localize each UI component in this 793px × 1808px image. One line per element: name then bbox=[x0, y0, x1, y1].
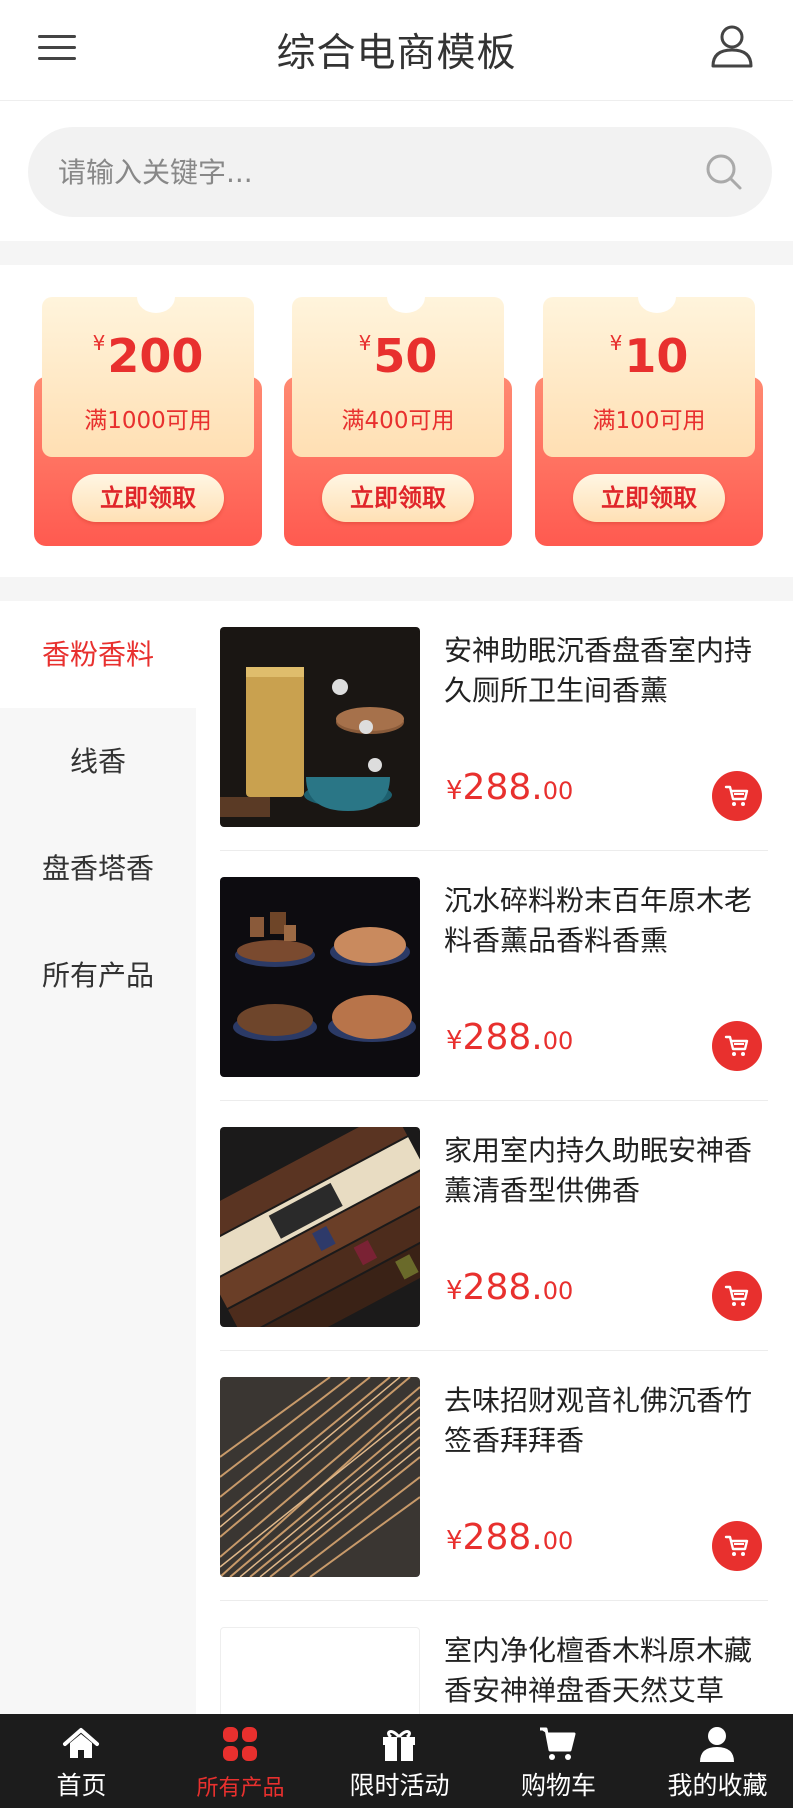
tab-favorites[interactable]: 我的收藏 bbox=[638, 1714, 793, 1808]
coupon-amount: ¥50 bbox=[284, 329, 512, 383]
list-item: 家用室内持久助眠安神香薰清香型供佛香 ¥288.00 bbox=[220, 1101, 768, 1351]
add-to-cart-button[interactable] bbox=[712, 1271, 762, 1321]
product-price: ¥288.00 bbox=[446, 1517, 573, 1558]
tab-label: 首页 bbox=[56, 1771, 107, 1800]
category-item-stick-incense[interactable]: 线香 bbox=[0, 708, 196, 815]
cart-icon bbox=[540, 1727, 576, 1760]
page-title: 综合电商模板 bbox=[276, 31, 517, 76]
cart-icon bbox=[724, 1285, 749, 1306]
gift-icon bbox=[383, 1730, 415, 1761]
category-item-incense-powder[interactable]: 香粉香料 bbox=[0, 601, 196, 708]
tab-label: 限时活动 bbox=[349, 1771, 450, 1800]
list-item: 去味招财观音礼佛沉香竹签香拜拜香 ¥288.00 bbox=[220, 1351, 768, 1601]
category-item-coil-incense[interactable]: 盘香塔香 bbox=[0, 815, 196, 922]
add-to-cart-button[interactable] bbox=[712, 1521, 762, 1571]
price-integer: 288. bbox=[462, 767, 543, 808]
currency-symbol: ¥ bbox=[446, 1026, 463, 1056]
currency-symbol: ¥ bbox=[446, 776, 463, 806]
coupon-card: ¥200 满1000可用 立即领取 bbox=[34, 281, 262, 546]
section-divider bbox=[0, 241, 793, 265]
currency-symbol: ¥ bbox=[446, 1526, 463, 1556]
coupon-value: 200 bbox=[107, 329, 204, 383]
product-list: 安神助眠沉香盘香室内持久厕所卫生间香薰 ¥288.00 沉水碎料粉末百年原木老料… bbox=[196, 601, 793, 1714]
coupon-value: 50 bbox=[373, 329, 438, 383]
claim-coupon-button[interactable]: 立即领取 bbox=[573, 474, 725, 522]
product-price: ¥288.00 bbox=[446, 1267, 573, 1308]
coupon-amount: ¥10 bbox=[535, 329, 763, 383]
product-image[interactable] bbox=[220, 1627, 420, 1714]
coupon-amount: ¥200 bbox=[34, 329, 262, 383]
home-icon bbox=[63, 1728, 99, 1758]
add-to-cart-button[interactable] bbox=[712, 771, 762, 821]
currency-symbol: ¥ bbox=[609, 331, 623, 355]
search-icon[interactable] bbox=[704, 152, 744, 192]
price-decimal: 00 bbox=[542, 777, 574, 805]
product-name[interactable]: 家用室内持久助眠安神香薰清香型供佛香 bbox=[444, 1131, 768, 1211]
search-input[interactable] bbox=[58, 127, 698, 217]
list-item: 安神助眠沉香盘香室内持久厕所卫生间香薰 ¥288.00 bbox=[220, 601, 768, 851]
product-name[interactable]: 沉水碎料粉末百年原木老料香薰品香料香熏 bbox=[444, 881, 768, 961]
category-sidebar: 香粉香料 线香 盘香塔香 所有产品 bbox=[0, 601, 196, 1714]
tab-home[interactable]: 首页 bbox=[2, 1714, 161, 1808]
price-integer: 288. bbox=[462, 1017, 543, 1058]
list-item: 室内净化檀香木料原木藏香安神禅盘香天然艾草 bbox=[220, 1601, 768, 1714]
coupon-card: ¥10 满100可用 立即领取 bbox=[535, 281, 763, 546]
currency-symbol: ¥ bbox=[358, 331, 372, 355]
price-integer: 288. bbox=[462, 1267, 543, 1308]
bottom-tab-bar: 首页 所有产品 限时活动 购物车 我的收藏 bbox=[0, 1714, 793, 1808]
currency-symbol: ¥ bbox=[446, 1276, 463, 1306]
product-image[interactable] bbox=[220, 627, 420, 827]
claim-coupon-button[interactable]: 立即领取 bbox=[322, 474, 474, 522]
cart-icon bbox=[724, 1035, 749, 1056]
price-decimal: 00 bbox=[542, 1527, 574, 1555]
list-item: 沉水碎料粉末百年原木老料香薰品香料香熏 ¥288.00 bbox=[220, 851, 768, 1101]
tab-cart[interactable]: 购物车 bbox=[479, 1714, 638, 1808]
cart-icon bbox=[724, 785, 749, 806]
product-image[interactable] bbox=[220, 877, 420, 1077]
grid-icon bbox=[223, 1727, 257, 1761]
add-to-cart-button[interactable] bbox=[712, 1021, 762, 1071]
product-name[interactable]: 安神助眠沉香盘香室内持久厕所卫生间香薰 bbox=[444, 631, 768, 711]
tab-label: 购物车 bbox=[520, 1771, 596, 1800]
user-icon bbox=[700, 1727, 734, 1762]
user-icon[interactable] bbox=[707, 22, 757, 72]
product-name[interactable]: 室内净化檀香木料原木藏香安神禅盘香天然艾草 bbox=[444, 1631, 768, 1711]
tab-label: 我的收藏 bbox=[667, 1771, 768, 1800]
tab-flash-sale[interactable]: 限时活动 bbox=[320, 1714, 479, 1808]
product-price: ¥288.00 bbox=[446, 1017, 573, 1058]
coupon-section: ¥200 满1000可用 立即领取 ¥50 满400可用 立即领取 ¥10 满1… bbox=[0, 265, 793, 577]
coupon-condition: 满400可用 bbox=[341, 408, 455, 434]
product-image[interactable] bbox=[220, 1377, 420, 1577]
claim-coupon-button[interactable]: 立即领取 bbox=[72, 474, 224, 522]
search-box bbox=[28, 127, 772, 217]
product-name[interactable]: 去味招财观音礼佛沉香竹签香拜拜香 bbox=[444, 1381, 768, 1461]
tab-label: 所有产品 bbox=[196, 1776, 285, 1801]
price-decimal: 00 bbox=[542, 1027, 574, 1055]
coupon-condition: 满1000可用 bbox=[84, 408, 212, 434]
price-integer: 288. bbox=[462, 1517, 543, 1558]
coupon-condition: 满100可用 bbox=[592, 408, 706, 434]
search-bar bbox=[0, 101, 793, 241]
product-price: ¥288.00 bbox=[446, 767, 573, 808]
coupon-value: 10 bbox=[624, 329, 689, 383]
tab-all-products[interactable]: 所有产品 bbox=[161, 1714, 320, 1808]
top-header: 综合电商模板 bbox=[0, 0, 793, 101]
section-divider bbox=[0, 577, 793, 601]
coupon-card: ¥50 满400可用 立即领取 bbox=[284, 281, 512, 546]
price-decimal: 00 bbox=[542, 1277, 574, 1305]
category-item-all-products[interactable]: 所有产品 bbox=[0, 922, 196, 1029]
currency-symbol: ¥ bbox=[92, 331, 106, 355]
product-image[interactable] bbox=[220, 1127, 420, 1327]
cart-icon bbox=[724, 1535, 749, 1556]
